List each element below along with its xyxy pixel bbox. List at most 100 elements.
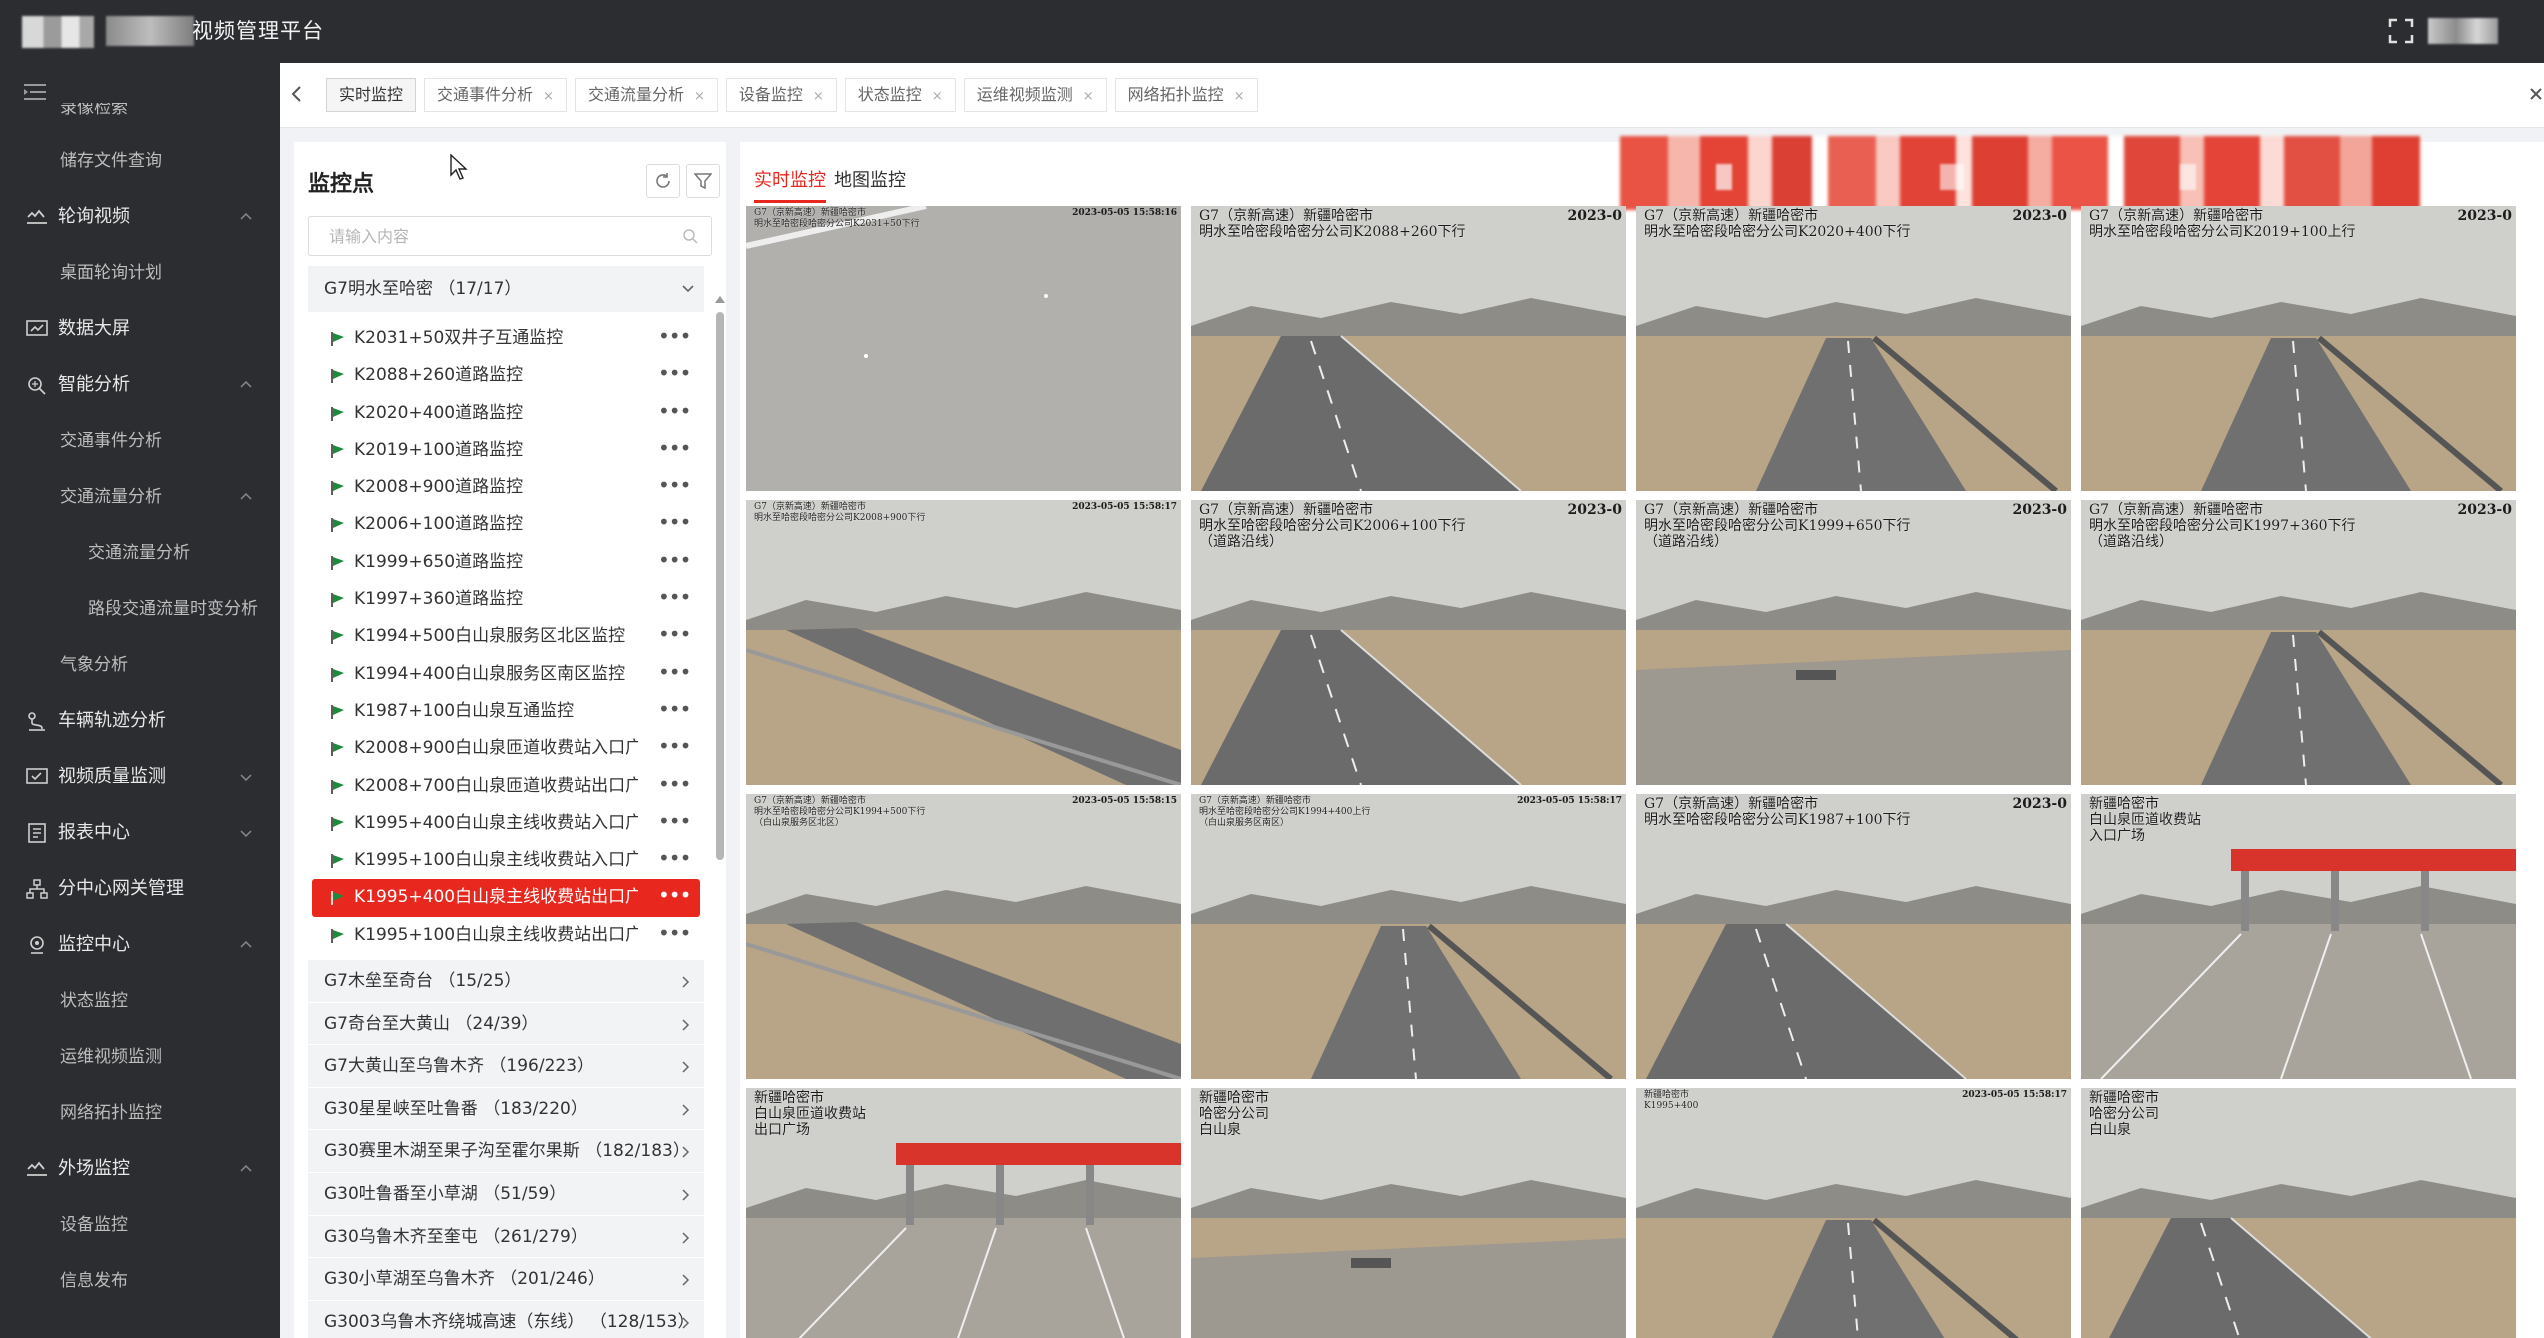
- sidebar-item-16[interactable]: 运维视频监测: [0, 1029, 280, 1085]
- more-options-icon[interactable]: •••: [658, 693, 691, 730]
- monitor-node[interactable]: K2088+260道路监控 •••: [308, 357, 700, 394]
- sidebar-item-19[interactable]: 设备监控: [0, 1197, 280, 1253]
- more-options-icon[interactable]: •••: [658, 730, 691, 767]
- camera-feed-11[interactable]: 新疆哈密市 白山泉匝道收费站 入口广场: [2081, 794, 2516, 1079]
- sidebar-item-18[interactable]: 外场监控: [0, 1141, 280, 1197]
- sidebar-item-5[interactable]: 交通事件分析: [0, 413, 280, 469]
- more-options-icon[interactable]: •••: [658, 357, 691, 394]
- more-options-icon[interactable]: •••: [658, 879, 691, 916]
- tab-2[interactable]: 交通流量分析 ×: [574, 78, 718, 112]
- sidebar-item-15[interactable]: 状态监控: [0, 973, 280, 1029]
- tab-4[interactable]: 状态监控 ×: [844, 78, 956, 112]
- tab-close-icon[interactable]: ×: [1083, 89, 1094, 104]
- monitor-group[interactable]: G30小草湖至乌鲁木齐 （201/246）: [308, 1258, 704, 1301]
- monitor-group[interactable]: G30吐鲁番至小草湖 （51/59）: [308, 1173, 704, 1216]
- camera-feed-14[interactable]: 新疆哈密市 K1995+400 2023-05-05 15:58:17: [1636, 1088, 2071, 1338]
- camera-feed-10[interactable]: G7（京新高速）新疆哈密市 明水至哈密段哈密分公司K1987+100下行 2023…: [1636, 794, 2071, 1079]
- monitor-node[interactable]: K1995+100白山泉主线收费站出口广 •••: [308, 917, 700, 954]
- scroll-up-icon[interactable]: [714, 294, 726, 304]
- sidebar-item-17[interactable]: 网络拓扑监控: [0, 1085, 280, 1141]
- camera-feed-1[interactable]: G7（京新高速）新疆哈密市 明水至哈密段哈密分公司K2088+260下行 2023…: [1191, 206, 1626, 491]
- tab-close-icon[interactable]: ×: [543, 89, 554, 104]
- monitor-node[interactable]: K1995+400白山泉主线收费站出口广 •••: [312, 879, 700, 917]
- monitor-group[interactable]: G30星星峡至吐鲁番 （183/220）: [308, 1087, 704, 1131]
- tab-close-icon[interactable]: ×: [694, 89, 705, 104]
- camera-feed-2[interactable]: G7（京新高速）新疆哈密市 明水至哈密段哈密分公司K2020+400下行 2023…: [1636, 206, 2071, 491]
- monitor-group[interactable]: G3003乌鲁木齐绕城高速（东线） （128/153）: [308, 1300, 704, 1338]
- monitor-node[interactable]: K2006+100道路监控 •••: [308, 506, 700, 543]
- more-options-icon[interactable]: •••: [658, 432, 691, 469]
- monitor-node[interactable]: K1995+400白山泉主线收费站入口广 •••: [308, 805, 700, 842]
- tab-0[interactable]: 实时监控: [326, 78, 417, 112]
- monitor-node[interactable]: K1999+650道路监控 •••: [308, 544, 700, 581]
- camera-feed-12[interactable]: 新疆哈密市 白山泉匝道收费站 出口广场: [746, 1088, 1181, 1338]
- tab-map-monitor[interactable]: 地图监控: [834, 164, 906, 200]
- sidebar-item-8[interactable]: 路段交通流量时变分析: [0, 581, 280, 637]
- camera-feed-15[interactable]: 新疆哈密市 哈密分公司 白山泉: [2081, 1088, 2516, 1338]
- monitor-node[interactable]: K2008+900道路监控 •••: [308, 469, 700, 506]
- sidebar-item-7[interactable]: 交通流量分析: [0, 525, 280, 581]
- menu-collapse-icon[interactable]: [24, 83, 46, 101]
- sidebar-item-1[interactable]: 轮询视频: [0, 189, 280, 245]
- group-header-expanded[interactable]: G7明水至哈密 （17/17）: [308, 266, 704, 312]
- tab-realtime-monitor[interactable]: 实时监控: [754, 164, 826, 203]
- tab-close-icon[interactable]: ×: [932, 89, 943, 104]
- more-options-icon[interactable]: •••: [658, 506, 691, 543]
- camera-feed-0[interactable]: G7（京新高速）新疆哈密市 明水至哈密段哈密分公司K2031+50下行 2023-…: [746, 206, 1181, 491]
- monitor-node[interactable]: K1995+100白山泉主线收费站入口广 •••: [308, 842, 700, 879]
- monitor-group[interactable]: G7大黄山至乌鲁木齐 （196/223）: [308, 1045, 704, 1088]
- tab-close-icon[interactable]: ×: [1234, 89, 1245, 104]
- camera-feed-7[interactable]: G7（京新高速）新疆哈密市 明水至哈密段哈密分公司K1997+360下行 （道路…: [2081, 500, 2516, 785]
- tab-6[interactable]: 网络拓扑监控 ×: [1114, 78, 1258, 112]
- scroll-thumb[interactable]: [716, 312, 724, 860]
- camera-feed-4[interactable]: G7（京新高速）新疆哈密市 明水至哈密段哈密分公司K2008+900下行 2023…: [746, 500, 1181, 785]
- sidebar-item-11[interactable]: 视频质量监测: [0, 749, 280, 805]
- sidebar-item-20[interactable]: 信息发布: [0, 1253, 280, 1309]
- monitor-group[interactable]: G7奇台至大黄山 （24/39）: [308, 1002, 704, 1046]
- camera-feed-6[interactable]: G7（京新高速）新疆哈密市 明水至哈密段哈密分公司K1999+650下行 （道路…: [1636, 500, 2071, 785]
- more-options-icon[interactable]: •••: [658, 469, 691, 506]
- monitor-node[interactable]: K1987+100白山泉互通监控 •••: [308, 693, 700, 730]
- sidebar-item-9[interactable]: 气象分析: [0, 637, 280, 693]
- monitor-group[interactable]: G30赛里木湖至果子沟至霍尔果斯 （182/183）: [308, 1130, 704, 1174]
- monitor-node[interactable]: K1994+400白山泉服务区南区监控 •••: [308, 656, 700, 693]
- tabs-scroll-left-icon[interactable]: [290, 85, 304, 103]
- sidebar-item-10[interactable]: 车辆轨迹分析: [0, 693, 280, 749]
- user-info-blurred[interactable]: [2428, 18, 2498, 44]
- camera-feed-3[interactable]: G7（京新高速）新疆哈密市 明水至哈密段哈密分公司K2019+100上行 2023…: [2081, 206, 2516, 491]
- tab-3[interactable]: 设备监控 ×: [725, 78, 837, 112]
- camera-feed-8[interactable]: G7（京新高速）新疆哈密市 明水至哈密段哈密分公司K1994+500下行 （白山…: [746, 794, 1181, 1079]
- monitor-node[interactable]: K1997+360道路监控 •••: [308, 581, 700, 618]
- filter-button[interactable]: [686, 164, 720, 198]
- tab-close-icon[interactable]: ×: [813, 89, 824, 104]
- fullscreen-icon[interactable]: [2388, 18, 2414, 44]
- camera-feed-13[interactable]: 新疆哈密市 哈密分公司 白山泉: [1191, 1088, 1626, 1338]
- monitor-node[interactable]: K2008+700白山泉匝道收费站出口广 •••: [308, 768, 700, 805]
- monitor-group[interactable]: G30乌鲁木齐至奎屯 （261/279）: [308, 1215, 704, 1259]
- monitor-node[interactable]: K2031+50双井子互通监控 •••: [308, 320, 700, 357]
- more-options-icon[interactable]: •••: [658, 768, 691, 805]
- monitor-node[interactable]: K2020+400道路监控 •••: [308, 395, 700, 432]
- more-options-icon[interactable]: •••: [658, 581, 691, 618]
- sidebar-item-2[interactable]: 桌面轮询计划: [0, 245, 280, 301]
- camera-feed-5[interactable]: G7（京新高速）新疆哈密市 明水至哈密段哈密分公司K2006+100下行 （道路…: [1191, 500, 1626, 785]
- tab-5[interactable]: 运维视频监测 ×: [963, 78, 1107, 112]
- tab-1[interactable]: 交通事件分析 ×: [424, 78, 567, 112]
- tree-scrollbar[interactable]: [714, 294, 726, 1338]
- sidebar-item-6[interactable]: 交通流量分析: [0, 469, 280, 525]
- more-options-icon[interactable]: •••: [658, 842, 691, 879]
- sidebar-item-13[interactable]: 分中心网关管理: [0, 861, 280, 917]
- more-options-icon[interactable]: •••: [658, 395, 691, 432]
- sidebar-item-4[interactable]: 智能分析: [0, 357, 280, 413]
- sidebar-item-3[interactable]: 数据大屏: [0, 301, 280, 357]
- monitor-node[interactable]: K1994+500白山泉服务区北区监控 •••: [308, 618, 700, 655]
- refresh-button[interactable]: [646, 164, 680, 198]
- sidebar-item-12[interactable]: 报表中心: [0, 805, 280, 861]
- sidebar-item-partial[interactable]: 录像检索: [0, 103, 280, 133]
- sidebar-item-14[interactable]: 监控中心: [0, 917, 280, 973]
- more-options-icon[interactable]: •••: [658, 544, 691, 581]
- camera-feed-9[interactable]: G7（京新高速）新疆哈密市 明水至哈密段哈密分公司K1994+400上行 （白山…: [1191, 794, 1626, 1079]
- more-options-icon[interactable]: •••: [658, 917, 691, 954]
- more-options-icon[interactable]: •••: [658, 618, 691, 655]
- search-input[interactable]: [308, 216, 712, 256]
